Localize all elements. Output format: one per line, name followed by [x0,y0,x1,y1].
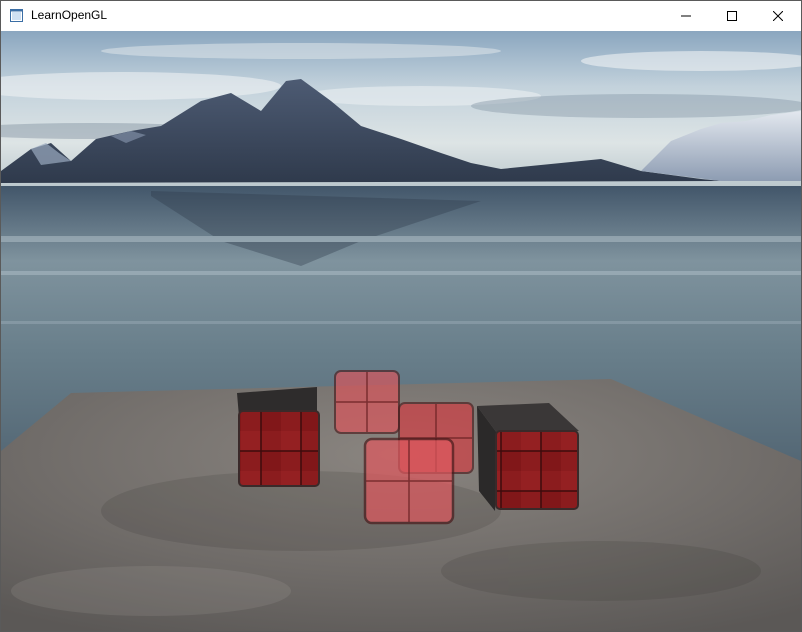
title-bar[interactable]: LearnOpenGL [1,1,801,31]
crate-left [237,387,320,487]
maximize-button[interactable] [709,1,755,31]
window-app-icon [10,9,23,22]
opengl-viewport[interactable] [1,31,801,631]
close-icon [773,11,783,21]
close-button[interactable] [755,1,801,31]
maximize-icon [727,11,737,21]
app-window: LearnOpenGL [0,0,802,632]
glass-window-back [334,370,400,434]
scene-render [1,31,801,631]
window-title: LearnOpenGL [31,8,108,22]
minimize-icon [681,15,691,17]
crate-right [477,403,579,511]
minimize-button[interactable] [663,1,709,31]
glass-window-front [363,437,455,525]
